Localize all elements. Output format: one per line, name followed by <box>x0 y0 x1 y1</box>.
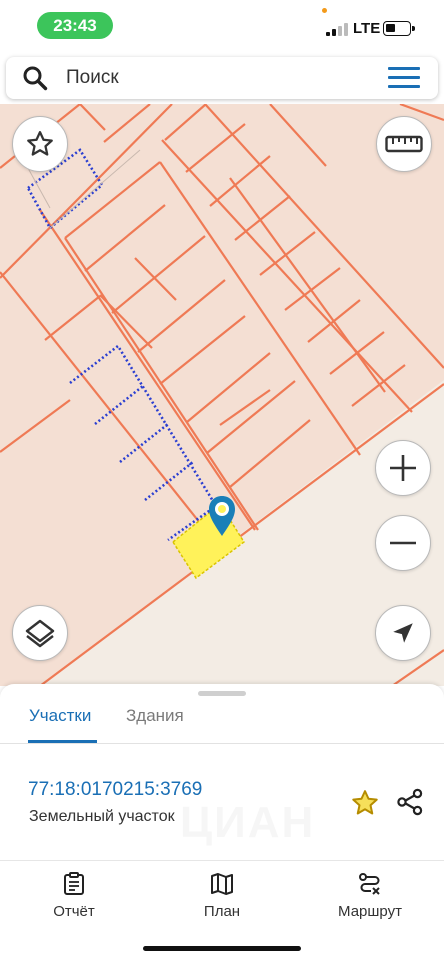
tab-parcels[interactable]: Участки <box>29 706 91 726</box>
parcel-type-label: Земельный участок <box>29 808 175 825</box>
zoom-out-button[interactable] <box>375 515 431 571</box>
ruler-icon <box>385 135 423 153</box>
battery-icon <box>383 21 415 36</box>
star-icon[interactable] <box>350 788 380 818</box>
map-plan-icon <box>211 873 233 895</box>
share-icon[interactable] <box>396 788 424 816</box>
watermark: ЦИАН <box>180 798 315 848</box>
search-icon[interactable] <box>22 65 48 91</box>
nav-route[interactable]: Маршрут <box>315 872 425 920</box>
network-type: LTE <box>353 20 381 37</box>
nav-plan[interactable]: План <box>167 872 277 920</box>
ruler-button[interactable] <box>376 116 432 172</box>
search-bar <box>6 57 438 99</box>
status-bar: 23:43 LTE <box>0 0 444 52</box>
layers-button[interactable] <box>12 605 68 661</box>
navigation-arrow-icon <box>393 623 413 643</box>
divider <box>0 743 444 744</box>
tab-buildings[interactable]: Здания <box>126 706 184 726</box>
privacy-indicator-dot <box>322 8 327 13</box>
route-icon <box>359 873 380 895</box>
report-clipboard-icon <box>64 872 84 895</box>
bottom-navigation: Отчёт План Маршрут <box>0 862 444 960</box>
signal-strength-icon <box>326 22 348 36</box>
cadastral-map[interactable] <box>0 104 444 686</box>
zoom-in-button[interactable] <box>375 440 431 496</box>
plus-icon <box>390 455 416 481</box>
nav-report[interactable]: Отчёт <box>19 872 129 920</box>
status-time: 23:43 <box>37 12 113 39</box>
result-sheet: Участки Здания ЦИАН 77:18:0170215:3769 З… <box>0 684 444 864</box>
nav-plan-label: План <box>203 903 241 920</box>
nav-route-label: Маршрут <box>338 903 402 920</box>
nav-report-label: Отчёт <box>53 903 95 920</box>
search-input[interactable] <box>66 63 366 93</box>
map-view[interactable] <box>0 104 444 686</box>
sheet-drag-handle[interactable] <box>198 691 246 696</box>
my-location-button[interactable] <box>375 605 431 661</box>
divider <box>0 860 444 861</box>
hamburger-menu-icon[interactable] <box>388 67 422 91</box>
star-outline-icon <box>27 131 53 156</box>
cadastral-number-link[interactable]: 77:18:0170215:3769 <box>28 779 202 801</box>
minus-icon <box>390 541 416 545</box>
favorite-map-button[interactable] <box>12 116 68 172</box>
layers-icon <box>25 619 55 648</box>
home-indicator <box>143 946 301 951</box>
